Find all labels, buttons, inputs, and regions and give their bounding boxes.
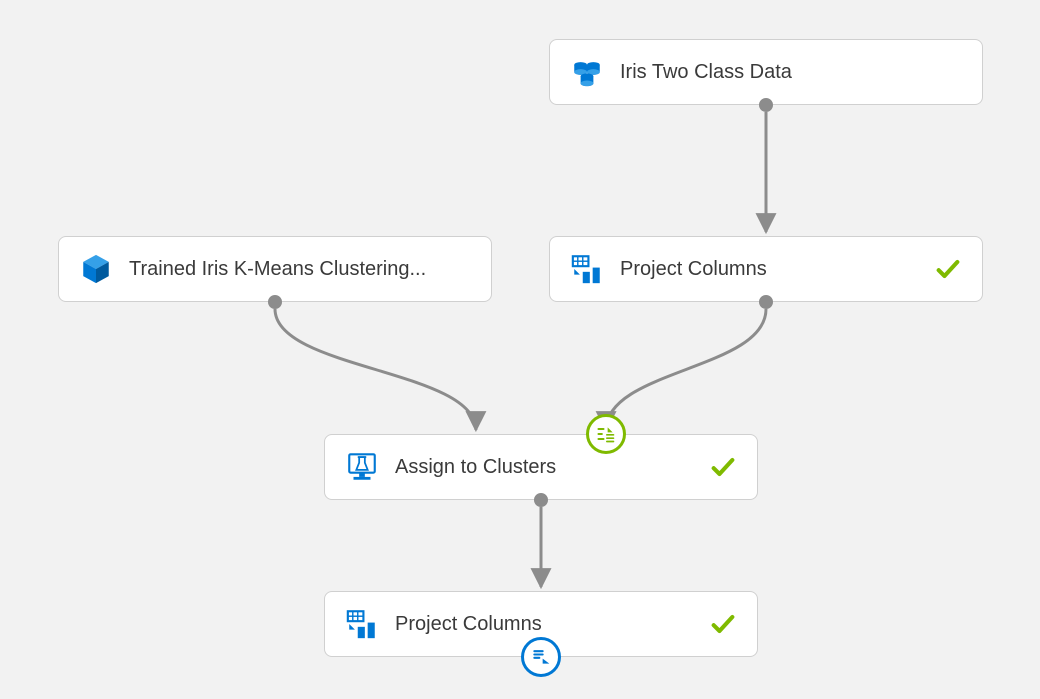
project-columns-icon xyxy=(345,607,379,641)
project-columns-icon xyxy=(570,252,604,286)
status-success-icon xyxy=(709,610,737,638)
output-port[interactable] xyxy=(268,295,282,309)
input-port-badge[interactable] xyxy=(586,414,626,454)
node-label: Iris Two Class Data xyxy=(620,61,962,84)
dataset-icon xyxy=(570,55,604,89)
experiment-monitor-icon xyxy=(345,450,379,484)
node-label: Project Columns xyxy=(395,613,697,636)
status-success-icon xyxy=(934,255,962,283)
workflow-canvas[interactable]: Iris Two Class Data Trained Iris K-Means… xyxy=(0,0,1040,699)
edge xyxy=(275,309,476,430)
node-label: Trained Iris K-Means Clustering... xyxy=(129,258,471,281)
output-port[interactable] xyxy=(759,98,773,112)
node-label: Assign to Clusters xyxy=(395,456,697,479)
node-assign-to-clusters[interactable]: Assign to Clusters xyxy=(324,434,758,500)
node-label: Project Columns xyxy=(620,258,922,281)
node-trained-model[interactable]: Trained Iris K-Means Clustering... xyxy=(58,236,492,302)
output-port[interactable] xyxy=(759,295,773,309)
status-success-icon xyxy=(709,453,737,481)
node-iris-data[interactable]: Iris Two Class Data xyxy=(549,39,983,105)
output-port[interactable] xyxy=(534,493,548,507)
model-cube-icon xyxy=(79,252,113,286)
node-project-columns-top[interactable]: Project Columns xyxy=(549,236,983,302)
edge xyxy=(606,309,766,430)
output-port-badge[interactable] xyxy=(521,637,561,677)
